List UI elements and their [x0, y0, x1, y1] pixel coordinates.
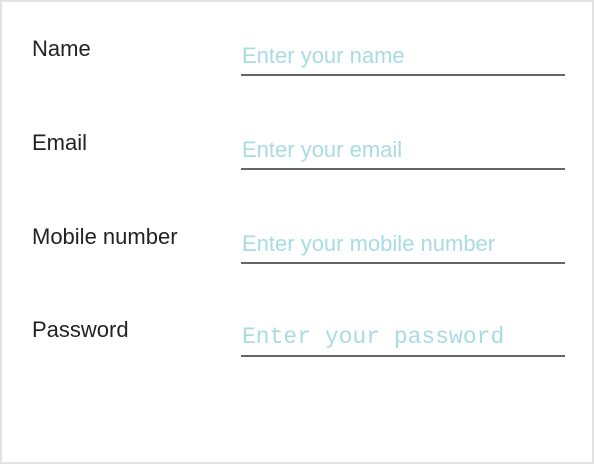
name-field-underline — [241, 40, 565, 76]
name-label: Name — [32, 36, 91, 61]
name-row: Name — [2, 34, 592, 114]
name-input[interactable] — [241, 40, 565, 72]
password-label: Password — [32, 317, 129, 342]
email-field-underline — [241, 134, 565, 170]
password-field-underline — [241, 321, 565, 357]
email-input[interactable] — [241, 134, 565, 166]
mobile-input[interactable] — [241, 228, 565, 260]
email-row: Email — [2, 128, 592, 208]
mobile-row: Mobile number — [2, 222, 592, 302]
password-row: Password — [2, 315, 592, 395]
email-label: Email — [32, 130, 88, 155]
mobile-field-underline — [241, 228, 565, 264]
registration-form: Name Email Mobile number Password — [0, 0, 594, 464]
password-input[interactable] — [241, 321, 565, 353]
mobile-label: Mobile number — [32, 224, 178, 249]
